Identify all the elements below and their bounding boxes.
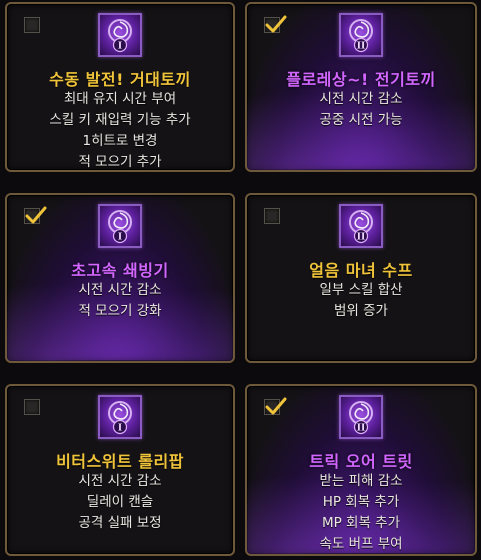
tripod-title: 트릭 오어 트릿 (309, 452, 413, 471)
tripod-card[interactable]: I 수동 발전! 거대토끼 최대 유지 시간 부여 스킬 키 재입력 기능 추가… (5, 2, 235, 172)
svg-text:I: I (118, 42, 122, 52)
effect-line: 적 모으기 추가 (78, 154, 162, 170)
tripod-title: 플로레상~! 전기토끼 (286, 70, 436, 89)
tripod-card[interactable]: I 초고속 쇄빙기 시전 시간 감소 적 모으기 강화 (5, 193, 235, 363)
tripod-effects: 시전 시간 감소 공중 시전 가능 (247, 89, 475, 131)
effect-line: 1히트로 변경 (82, 133, 158, 149)
select-checkbox[interactable] (264, 208, 280, 224)
tripod-title: 비터스위트 롤리팝 (56, 452, 184, 471)
effect-line: 스킬 키 재입력 기능 추가 (49, 112, 191, 128)
svg-text:I: I (118, 233, 122, 243)
svg-text:II: II (357, 233, 365, 243)
checkmark-icon (265, 397, 287, 415)
effect-line: HP 회복 추가 (322, 494, 400, 510)
tripod-card[interactable]: II 플로레상~! 전기토끼 시전 시간 감소 공중 시전 가능 (245, 2, 477, 172)
effect-line: 속도 버프 부여 (319, 536, 403, 552)
select-checkbox[interactable] (24, 206, 47, 224)
tripod-effects: 최대 유지 시간 부여 스킬 키 재입력 기능 추가 1히트로 변경 적 모으기… (7, 89, 233, 170)
tripod-effects: 시전 시간 감소 적 모으기 강화 (7, 280, 233, 322)
effect-line: 딜레이 캔슬 (86, 494, 154, 510)
svg-text:I: I (118, 424, 122, 434)
effect-line: MP 회복 추가 (321, 515, 401, 531)
effect-line: 시전 시간 감소 (319, 91, 403, 107)
tripod-card[interactable]: I 비터스위트 롤리팝 시전 시간 감소 딜레이 캔슬 공격 실패 보정 (5, 384, 235, 556)
tripod-effects: 받는 피해 감소 HP 회복 추가 MP 회복 추가 속도 버프 부여 (247, 471, 475, 554)
tripod-effects: 시전 시간 감소 딜레이 캔슬 공격 실패 보정 (7, 471, 233, 534)
effect-line: 시전 시간 감소 (78, 473, 162, 489)
tripod-effects: 일부 스킬 합산 범위 증가 (247, 280, 475, 322)
checkmark-icon (265, 15, 287, 33)
tripod-title: 수동 발전! 거대토끼 (49, 70, 191, 89)
effect-line: 범위 증가 (334, 303, 388, 319)
effect-line: 공중 시전 가능 (319, 112, 403, 128)
svg-text:II: II (357, 424, 365, 434)
tripod-card[interactable]: II 얼음 마녀 수프 일부 스킬 합산 범위 증가 (245, 193, 477, 363)
effect-line: 일부 스킬 합산 (319, 282, 403, 298)
effect-line: 적 모으기 강화 (78, 303, 162, 319)
tripod-card[interactable]: II 트릭 오어 트릿 받는 피해 감소 HP 회복 추가 MP 회복 추가 속… (245, 384, 477, 556)
select-checkbox[interactable] (24, 399, 40, 415)
tripod-title: 얼음 마녀 수프 (309, 261, 413, 280)
select-checkbox[interactable] (264, 15, 287, 33)
checkmark-icon (25, 206, 47, 224)
effect-line: 시전 시간 감소 (78, 282, 162, 298)
tripod-skill-icon-witch-soup-2: II (339, 204, 383, 248)
select-checkbox[interactable] (264, 397, 287, 415)
effect-line: 최대 유지 시간 부여 (63, 91, 177, 107)
effect-line: 공격 실패 보정 (78, 515, 162, 531)
tripod-title: 초고속 쇄빙기 (71, 261, 169, 280)
tripod-skill-icon-lollipop-1: I (98, 395, 142, 439)
select-checkbox[interactable] (24, 17, 40, 33)
tripod-skill-icon-trick-or-treat-2: II (339, 395, 383, 439)
svg-text:II: II (357, 42, 365, 52)
effect-line: 받는 피해 감소 (319, 473, 403, 489)
tripod-skill-icon-icebreaker-1: I (98, 204, 142, 248)
tripod-skill-icon-rabbit-2: II (339, 13, 383, 57)
tripod-skill-icon-rabbit-1: I (98, 13, 142, 57)
